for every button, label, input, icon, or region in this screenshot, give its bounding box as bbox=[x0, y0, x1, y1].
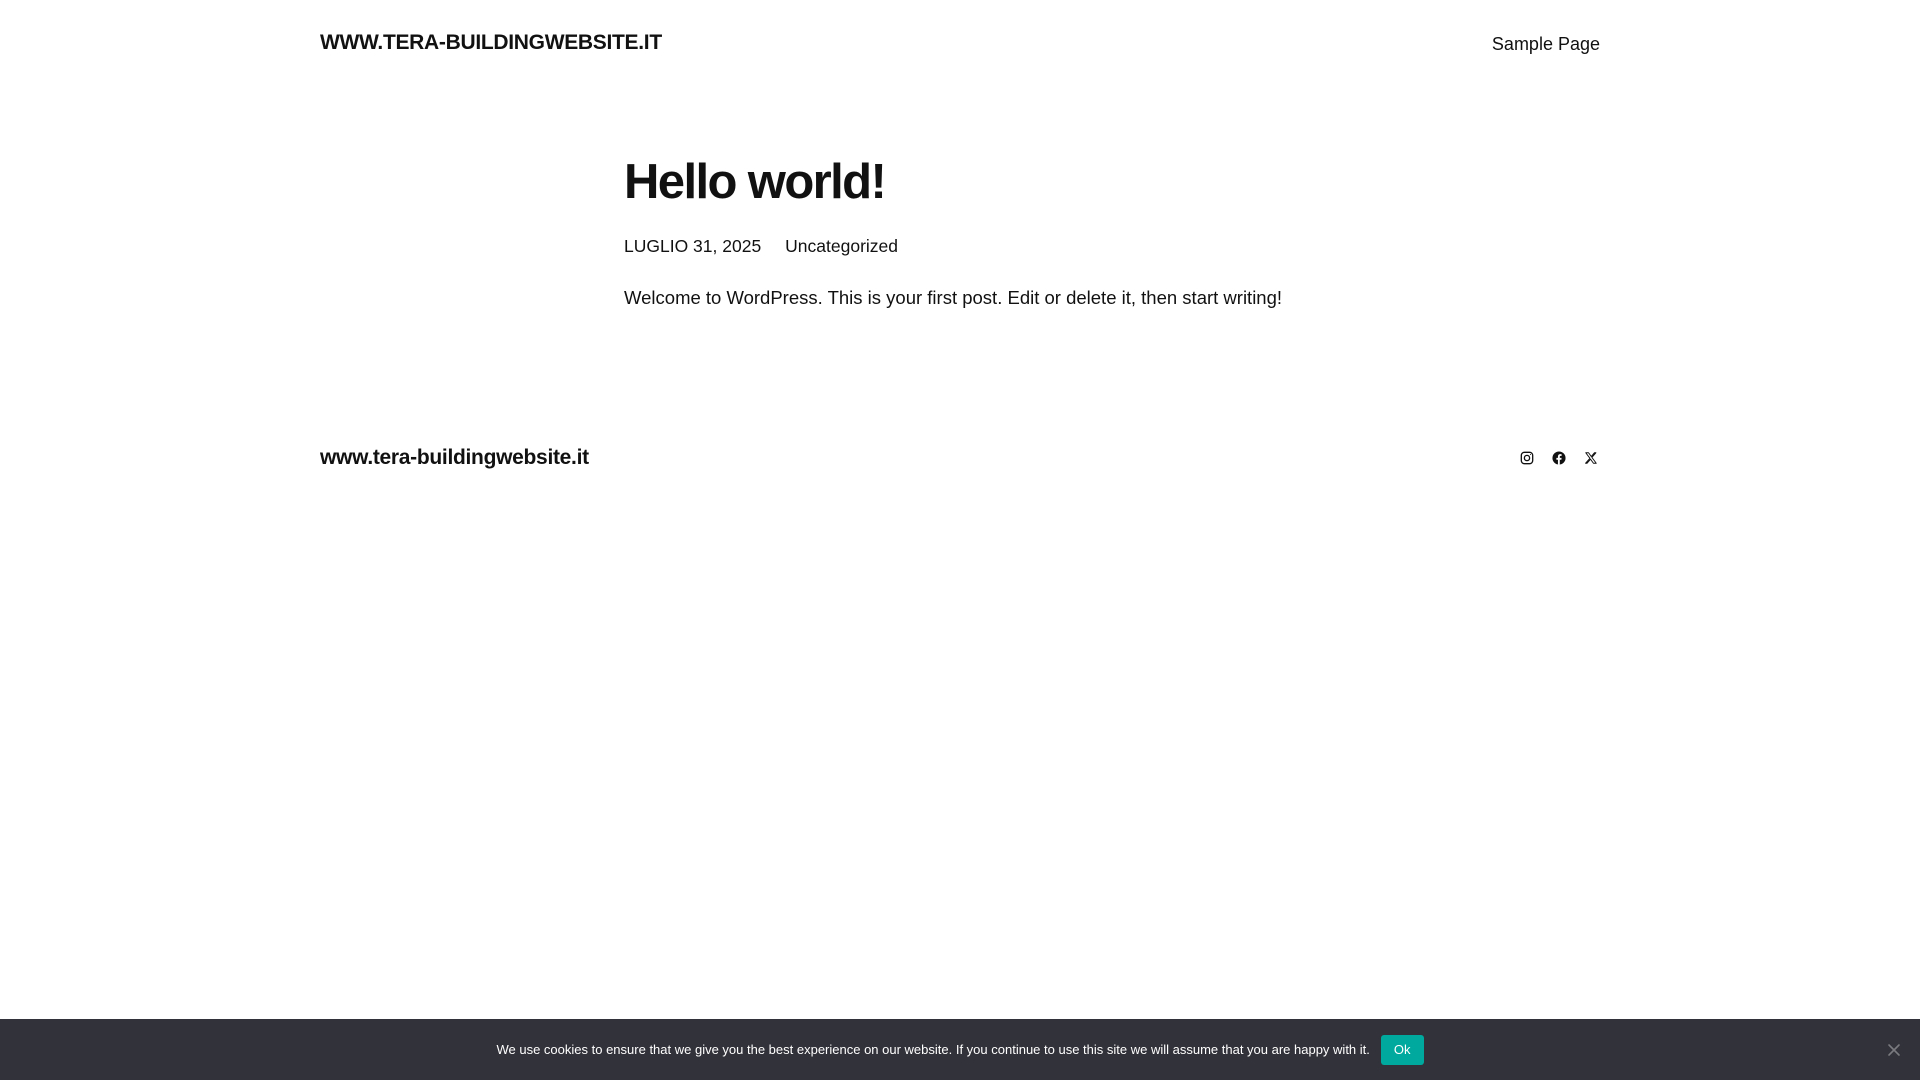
post-title[interactable]: Hello world! bbox=[624, 150, 1296, 214]
post-date: LUGLIO 31, 2025 bbox=[624, 236, 762, 256]
facebook-icon[interactable] bbox=[1550, 448, 1568, 468]
post-category-link[interactable]: Uncategorized bbox=[785, 234, 898, 258]
social-links bbox=[1518, 448, 1600, 468]
close-icon[interactable] bbox=[1884, 1040, 1904, 1060]
nav-link-sample-page[interactable]: Sample Page bbox=[1492, 30, 1600, 58]
instagram-icon[interactable] bbox=[1518, 448, 1536, 468]
cookie-notice-text: We use cookies to ensure that we give yo… bbox=[496, 1041, 1370, 1057]
footer-site-title[interactable]: www.tera-buildingwebsite.it bbox=[320, 443, 589, 473]
post: Hello world! LUGLIO 31, 2025 Uncategoriz… bbox=[624, 150, 1296, 331]
x-icon[interactable] bbox=[1582, 448, 1600, 468]
cookie-notice-bar: We use cookies to ensure that we give yo… bbox=[0, 1019, 1920, 1080]
cookie-ok-button[interactable]: Ok bbox=[1380, 1034, 1424, 1065]
post-meta: LUGLIO 31, 2025 Uncategorized bbox=[624, 234, 1296, 258]
post-content: Welcome to WordPress. This is your first… bbox=[624, 287, 1283, 308]
site-title[interactable]: WWW.TERA-BUILDINGWEBSITE.IT bbox=[320, 28, 662, 58]
